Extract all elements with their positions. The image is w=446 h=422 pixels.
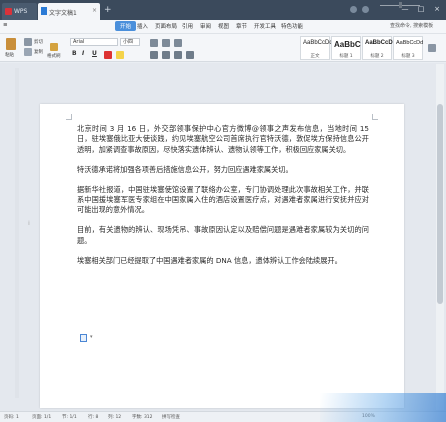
margin-corner-mark <box>372 114 378 120</box>
status-word-count[interactable]: 字数: 312 <box>132 414 153 420</box>
highlight-icon[interactable] <box>116 51 124 59</box>
skin-icon[interactable] <box>350 6 357 13</box>
numbered-list-icon[interactable] <box>162 39 170 47</box>
style-heading-1-name: 标题 1 <box>339 54 353 59</box>
paragraph-handle-icon[interactable]: ⁞ <box>28 220 30 227</box>
vertical-scrollbar[interactable] <box>436 64 444 410</box>
command-search[interactable]: 查找命令, 搜索模板 <box>390 22 433 29</box>
file-menu-icon[interactable]: ≡ <box>3 22 8 28</box>
font-family-select[interactable]: Arial <box>70 38 118 46</box>
paste-options-icon[interactable] <box>80 334 87 342</box>
style-heading-2[interactable]: AaBbCcD 标题 2 <box>362 36 393 60</box>
styles-expand-icon[interactable] <box>428 44 436 52</box>
ribbon-toolbar: 粘贴 剪切 复制 格式刷 Arial 小四 B I U AaBbCcDd 正文 … <box>0 34 446 62</box>
zoom-slider-handle[interactable] <box>399 2 402 8</box>
chevron-down-icon[interactable]: ▾ <box>90 334 93 340</box>
style-heading-3[interactable]: AaBbCcDd 标题 3 <box>393 36 423 60</box>
style-heading-1[interactable]: AaBbC 标题 1 <box>331 36 361 60</box>
tab-document[interactable]: 文字文稿1 × <box>38 3 100 20</box>
new-tab-button[interactable]: + <box>104 5 112 15</box>
status-row: 行: 8 <box>88 415 99 420</box>
align-right-icon[interactable] <box>174 51 182 59</box>
document-icon <box>41 7 47 15</box>
document-body[interactable]: 北京时间 3 月 16 日，外交部领事保护中心官方微博@领事之声发布信息，当地时… <box>77 124 369 276</box>
bullet-list-icon[interactable] <box>150 39 158 47</box>
wps-writer-window: WPS 文字文稿1 × + — □ × ≡ 开始 插入 页面布局 引用 审阅 视… <box>0 0 446 422</box>
document-page[interactable]: 北京时间 3 月 16 日，外交部领事保护中心官方微博@领事之声发布信息，当地时… <box>40 104 404 408</box>
paragraph[interactable]: 据新华社报道，中国驻埃塞使馆设置了联络办公室，专门协调处理此次事故相关工作，并联… <box>77 185 369 216</box>
cut-icon[interactable] <box>24 38 32 46</box>
paragraph[interactable]: 目前，有关遗物的辨认、现场凭吊、事故原因认定以及赔偿问题是遇难者家属较为关切的问… <box>77 225 369 246</box>
paste-icon[interactable] <box>6 38 16 50</box>
scrollbar-thumb[interactable] <box>437 104 443 304</box>
indent-icon[interactable] <box>174 39 182 47</box>
user-icon[interactable] <box>362 6 369 13</box>
close-button[interactable]: × <box>431 3 443 15</box>
format-painter-icon[interactable] <box>50 43 58 51</box>
menu-features[interactable]: 特色功能 <box>281 22 303 30</box>
margin-corner-mark <box>66 114 72 120</box>
style-heading-2-name: 标题 2 <box>370 54 384 59</box>
status-pages: 页面: 1/1 <box>32 415 52 420</box>
tab-close-icon[interactable]: × <box>92 7 97 14</box>
menu-home[interactable]: 开始 <box>115 21 137 31</box>
copy-icon[interactable] <box>24 48 32 56</box>
style-heading-3-sample: AaBbCcDd <box>396 40 424 46</box>
tab-wps-home[interactable]: WPS <box>2 3 37 20</box>
paragraph[interactable]: 北京时间 3 月 16 日，外交部领事保护中心官方微博@领事之声发布信息，当地时… <box>77 124 369 155</box>
format-painter-label[interactable]: 格式刷 <box>47 53 61 59</box>
paragraph[interactable]: 埃塞相关部门已经提取了中国遇难者家属的 DNA 信息，遗体辨认工作会陆续展开。 <box>77 256 369 266</box>
menu-view[interactable]: 视图 <box>218 22 229 30</box>
menu-references[interactable]: 引用 <box>182 22 193 30</box>
style-heading-1-sample: AaBbC <box>334 40 361 49</box>
status-section: 节: 1/1 <box>62 415 77 420</box>
title-bar: WPS 文字文稿1 × + — □ × <box>0 0 446 20</box>
justify-icon[interactable] <box>186 51 194 59</box>
cut-label[interactable]: 剪切 <box>34 39 43 45</box>
italic-button[interactable]: I <box>82 50 84 57</box>
style-normal-sample: AaBbCcDd <box>303 40 333 46</box>
wps-logo-icon <box>5 8 12 15</box>
paragraph[interactable]: 特沃德承诺将加强各项善后措施信息公开，努力回应遇难家属关切。 <box>77 165 369 175</box>
tab-wps-label: WPS <box>14 8 28 15</box>
paste-label[interactable]: 粘贴 <box>5 52 14 58</box>
font-size-select[interactable]: 小四 <box>120 38 140 46</box>
style-normal[interactable]: AaBbCcDd 正文 <box>300 36 333 60</box>
menu-sections[interactable]: 章节 <box>236 22 247 30</box>
style-normal-name: 正文 <box>310 54 320 59</box>
font-color-icon[interactable] <box>104 51 112 59</box>
tab-document-label: 文字文稿1 <box>49 10 77 17</box>
align-center-icon[interactable] <box>162 51 170 59</box>
style-heading-2-sample: AaBbCcD <box>365 40 393 46</box>
style-heading-3-name: 标题 3 <box>401 54 415 59</box>
copy-label[interactable]: 复制 <box>34 49 43 55</box>
bold-button[interactable]: B <box>72 50 77 57</box>
menu-insert[interactable]: 插入 <box>137 22 148 30</box>
menu-developer[interactable]: 开发工具 <box>254 22 276 30</box>
status-column: 列: 12 <box>108 415 122 420</box>
menu-page-layout[interactable]: 页面布局 <box>155 22 177 30</box>
vertical-ruler <box>15 68 19 398</box>
align-left-icon[interactable] <box>150 51 158 59</box>
spell-check-toggle[interactable]: 拼写检查 <box>162 414 180 420</box>
underline-button[interactable]: U <box>92 50 97 57</box>
decorative-overlay <box>320 393 446 422</box>
status-page-number: 页码: 1 <box>4 415 19 420</box>
menu-bar: ≡ 开始 插入 页面布局 引用 审阅 视图 章节 开发工具 特色功能 查找命令,… <box>0 20 446 34</box>
menu-review[interactable]: 审阅 <box>200 22 211 30</box>
